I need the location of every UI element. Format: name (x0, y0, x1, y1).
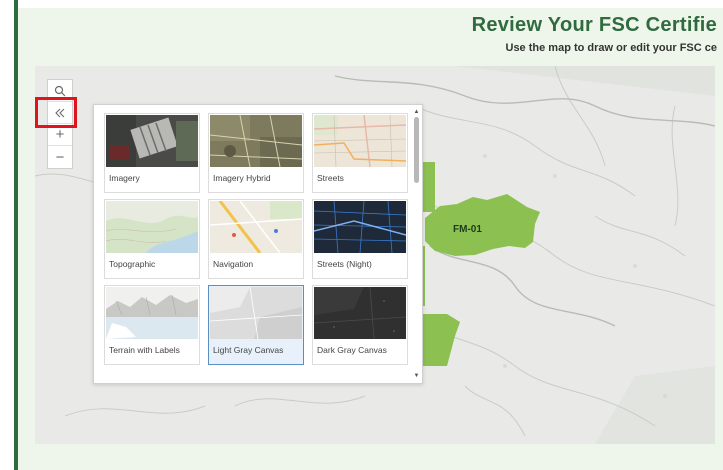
gallery-scrollbar[interactable]: ▲ ▼ (413, 109, 420, 379)
basemap-terrain-labels[interactable]: Terrain with Labels (104, 285, 200, 365)
terrain-labels-thumbnail (106, 287, 198, 339)
imagery-hybrid-thumbnail (210, 115, 302, 167)
basemap-label: Topographic (109, 259, 156, 269)
basemap-label: Terrain with Labels (109, 345, 180, 355)
page: Review Your FSC Certifie Use the map to … (0, 0, 723, 470)
basemap-streets[interactable]: Streets (312, 113, 408, 193)
basemap-imagery-hybrid[interactable]: Imagery Hybrid (208, 113, 304, 193)
basemap-label: Light Gray Canvas (213, 345, 284, 355)
basemap-label: Imagery Hybrid (213, 173, 271, 183)
page-title: Review Your FSC Certifie (471, 14, 717, 36)
basemap-label: Imagery (109, 173, 140, 183)
zoom-out-button[interactable]: − (48, 146, 72, 168)
basemap-topographic[interactable]: Topographic (104, 199, 200, 279)
map-view[interactable]: FM-01 + − Imagery Imagery Hybrid Streets… (35, 66, 715, 444)
basemap-navigation[interactable]: Navigation (208, 199, 304, 279)
basemap-gallery: Imagery Imagery Hybrid Streets Topograph… (93, 104, 423, 384)
scroll-down-icon[interactable]: ▼ (413, 373, 420, 379)
page-subtitle: Use the map to draw or edit your FSC ce (505, 42, 718, 54)
content-panel: Review Your FSC Certifie Use the map to … (18, 8, 723, 470)
basemap-label: Navigation (213, 259, 254, 269)
search-icon (54, 85, 66, 96)
basemap-grid: Imagery Imagery Hybrid Streets Topograph… (104, 113, 408, 365)
parcel-label: FM-01 (453, 224, 482, 235)
basemap-imagery[interactable]: Imagery (104, 113, 200, 193)
imagery-thumbnail (106, 115, 198, 167)
scroll-up-icon[interactable]: ▲ (413, 109, 420, 115)
basemap-label: Dark Gray Canvas (317, 345, 387, 355)
basemap-streets-night[interactable]: Streets (Night) (312, 199, 408, 279)
basemap-label: Streets (Night) (317, 259, 372, 269)
highlight-annotation (35, 97, 77, 128)
basemap-dark-gray-canvas[interactable]: Dark Gray Canvas (312, 285, 408, 365)
navigation-thumbnail (210, 201, 302, 253)
light-gray-canvas-thumbnail (210, 287, 302, 339)
scroll-thumb[interactable] (414, 117, 419, 183)
streets-thumbnail (314, 115, 406, 167)
basemap-label: Streets (317, 173, 344, 183)
streets-night-thumbnail (314, 201, 406, 253)
topographic-thumbnail (106, 201, 198, 253)
basemap-light-gray-canvas[interactable]: Light Gray Canvas (208, 285, 304, 365)
dark-gray-canvas-thumbnail (314, 287, 406, 339)
